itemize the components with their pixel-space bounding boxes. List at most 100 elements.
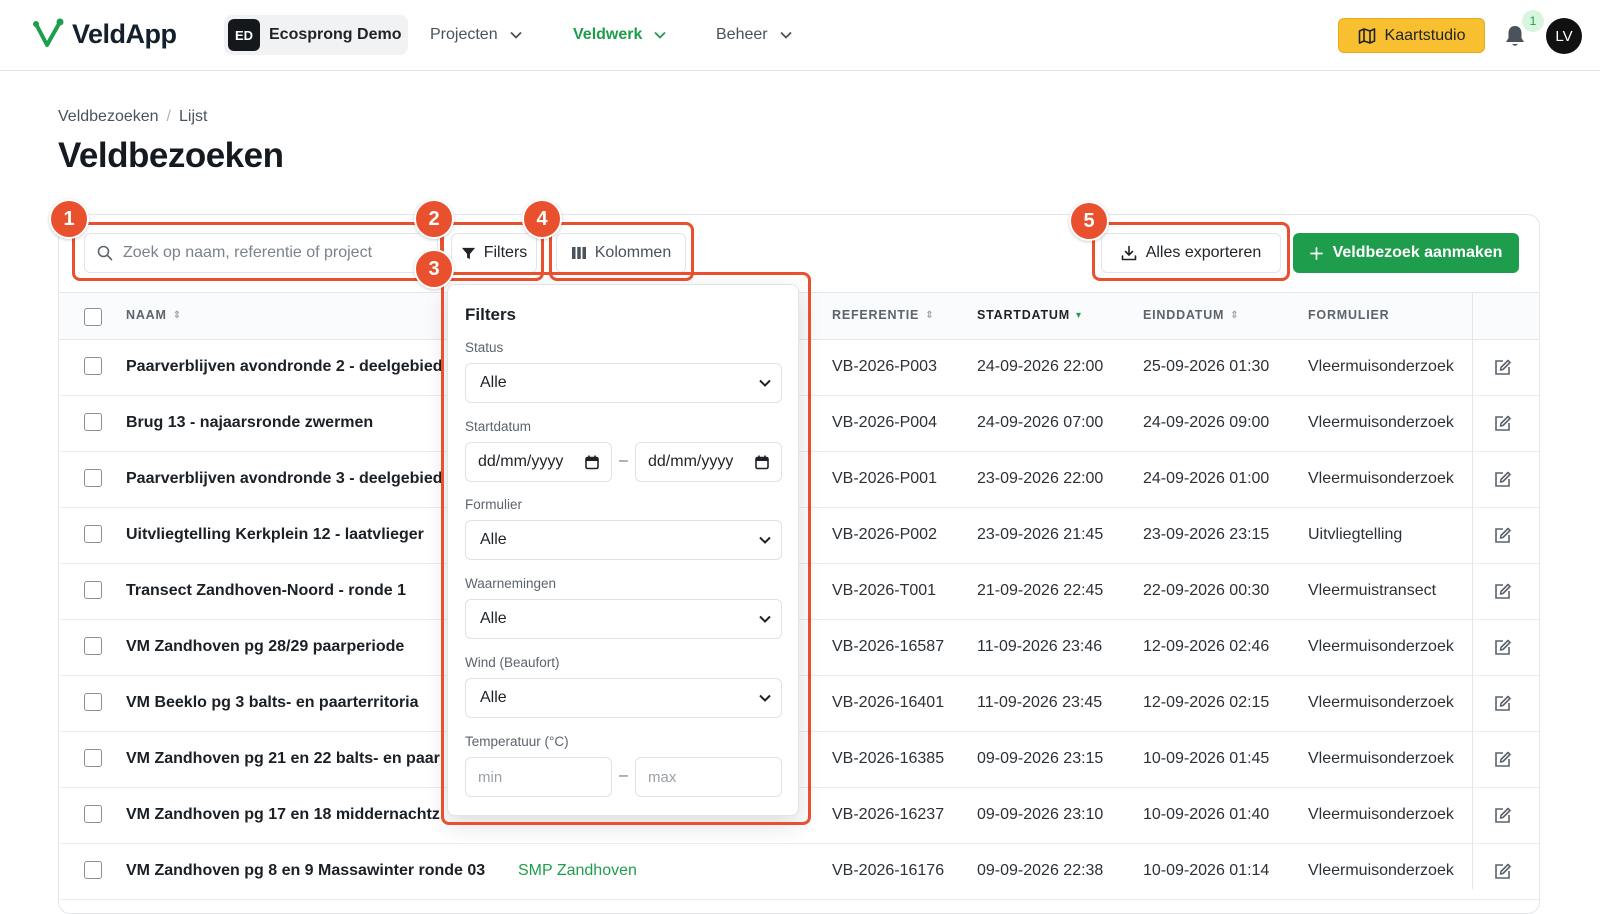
row-checkbox[interactable] [84, 861, 102, 879]
bell-icon[interactable] [1504, 24, 1526, 48]
column-header-einddatum[interactable]: EINDDATUM ⇕ [1143, 308, 1239, 322]
veldapp-logo-icon [33, 18, 64, 47]
breadcrumb-current: Lijst [178, 108, 208, 125]
row-checkbox[interactable] [84, 805, 102, 823]
row-checkbox[interactable] [84, 525, 102, 543]
row-referentie: VB-2026-P002 [832, 526, 937, 543]
table-row[interactable]: VM Zandhoven pg 8 en 9 Massawinter ronde… [59, 844, 1539, 900]
edit-icon[interactable] [1494, 415, 1511, 432]
page-title: Veldbezoeken [58, 136, 284, 175]
row-startdatum: 09-09-2026 22:38 [977, 862, 1104, 879]
chevron-down-icon [509, 31, 522, 39]
row-referentie: VB-2026-T001 [832, 582, 937, 599]
edit-icon[interactable] [1494, 695, 1511, 712]
sort-icon: ⇕ [925, 309, 935, 321]
row-checkbox[interactable] [84, 693, 102, 711]
create-veldbezoek-button[interactable]: Veldbezoek aanmaken [1293, 233, 1519, 273]
map-icon [1358, 27, 1375, 44]
row-name[interactable]: Uitvliegtelling Kerkplein 12 - laatvlieg… [126, 526, 424, 544]
org-switcher[interactable]: ED Ecosprong Demo [224, 15, 408, 55]
column-header-startdatum[interactable]: STARTDATUM ▾ [977, 308, 1082, 322]
row-formulier: Vleermuisonderzoek [1308, 750, 1454, 767]
row-name[interactable]: VM Zandhoven pg 17 en 18 middernachtz [126, 806, 440, 824]
breadcrumb: Veldbezoeken / Lijst [58, 108, 207, 126]
nav-veldwerk[interactable]: Veldwerk [573, 26, 667, 44]
breadcrumb-parent[interactable]: Veldbezoeken [58, 108, 159, 126]
sort-icon: ⇕ [1230, 309, 1240, 321]
row-startdatum: 23-09-2026 21:45 [977, 526, 1104, 543]
row-project[interactable]: SMP Zandhoven [518, 862, 637, 880]
row-name[interactable]: Brug 13 - najaarsronde zwermen [126, 414, 373, 432]
row-formulier: Uitvliegtelling [1308, 526, 1403, 543]
row-startdatum: 09-09-2026 23:15 [977, 750, 1104, 767]
row-einddatum: 24-09-2026 09:00 [1143, 414, 1270, 431]
row-einddatum: 24-09-2026 01:00 [1143, 470, 1270, 487]
row-checkbox[interactable] [84, 637, 102, 655]
row-referentie: VB-2026-P001 [832, 470, 937, 487]
row-einddatum: 22-09-2026 00:30 [1143, 582, 1270, 599]
row-referentie: VB-2026-16587 [832, 638, 945, 655]
row-startdatum: 11-09-2026 23:46 [977, 638, 1103, 655]
row-name[interactable]: VM Beeklo pg 3 balts- en paarterritoria [126, 694, 419, 712]
row-einddatum: 23-09-2026 23:15 [1143, 526, 1270, 543]
user-avatar[interactable]: LV [1546, 18, 1582, 54]
edit-icon[interactable] [1494, 471, 1511, 488]
row-startdatum: 24-09-2026 07:00 [977, 414, 1104, 431]
nav-beheer[interactable]: Beheer [716, 26, 792, 44]
row-name[interactable]: Transect Zandhoven-Noord - ronde 1 [126, 582, 406, 600]
edit-icon[interactable] [1494, 583, 1511, 600]
column-header-einddatum-label: EINDDATUM [1143, 308, 1225, 322]
row-name[interactable]: VM Zandhoven pg 28/29 paarperiode [126, 638, 404, 656]
row-einddatum: 10-09-2026 01:45 [1143, 750, 1270, 767]
column-header-naam-label: NAAM [126, 308, 167, 322]
row-checkbox[interactable] [84, 581, 102, 599]
highlight-export [1092, 222, 1290, 281]
row-formulier: Vleermuisonderzoek [1308, 414, 1454, 431]
edit-icon[interactable] [1494, 863, 1511, 880]
column-header-startdatum-label: STARTDATUM [977, 308, 1070, 322]
app-logo[interactable]: VeldApp [32, 18, 177, 50]
row-formulier: Vleermuisonderzoek [1308, 638, 1454, 655]
highlight-filters-dropdown [441, 272, 811, 825]
row-checkbox[interactable] [84, 469, 102, 487]
sort-desc-icon: ▾ [1075, 309, 1082, 321]
row-formulier: Vleermuistransect [1308, 582, 1437, 599]
kaartstudio-label: Kaartstudio [1384, 26, 1466, 44]
column-header-naam[interactable]: NAAM ⇕ [126, 308, 182, 322]
row-checkbox[interactable] [84, 357, 102, 375]
org-name: Ecosprong Demo [269, 26, 402, 43]
annotation-badge-5: 5 [1069, 201, 1109, 241]
row-einddatum: 12-09-2026 02:15 [1143, 694, 1270, 711]
kaartstudio-button[interactable]: Kaartstudio [1338, 18, 1485, 53]
nav-veldwerk-label: Veldwerk [573, 26, 643, 43]
row-startdatum: 23-09-2026 22:00 [977, 470, 1104, 487]
row-checkbox[interactable] [84, 749, 102, 767]
column-header-formulier-label: FORMULIER [1308, 308, 1390, 322]
select-all-checkbox[interactable] [84, 308, 102, 326]
edit-icon[interactable] [1494, 527, 1511, 544]
row-checkbox[interactable] [84, 413, 102, 431]
sort-icon: ⇕ [172, 309, 182, 321]
app-name: VeldApp [72, 18, 177, 49]
column-header-referentie[interactable]: REFERENTIE ⇕ [832, 308, 934, 322]
edit-icon[interactable] [1494, 807, 1511, 824]
actions-column-divider [1472, 292, 1473, 889]
row-formulier: Vleermuisonderzoek [1308, 694, 1454, 711]
row-startdatum: 24-09-2026 22:00 [977, 358, 1104, 375]
org-badge: ED [228, 19, 260, 51]
row-name[interactable]: VM Zandhoven pg 8 en 9 Massawinter ronde… [126, 862, 485, 880]
edit-icon[interactable] [1494, 751, 1511, 768]
nav-projecten-label: Projecten [430, 26, 498, 43]
annotation-badge-3: 3 [414, 249, 454, 289]
edit-icon[interactable] [1494, 639, 1511, 656]
row-name[interactable]: Paarverblijven avondronde 2 - deelgebied [126, 358, 443, 376]
chevron-down-icon [779, 31, 792, 39]
row-referentie: VB-2026-16176 [832, 862, 945, 879]
row-referentie: VB-2026-16385 [832, 750, 945, 767]
annotation-badge-2: 2 [414, 199, 454, 239]
edit-icon[interactable] [1494, 359, 1511, 376]
row-name[interactable]: VM Zandhoven pg 21 en 22 balts- en paar [126, 750, 440, 768]
nav-projecten[interactable]: Projecten [430, 26, 522, 44]
column-header-formulier: FORMULIER [1308, 308, 1390, 322]
row-name[interactable]: Paarverblijven avondronde 3 - deelgebied [126, 470, 443, 488]
